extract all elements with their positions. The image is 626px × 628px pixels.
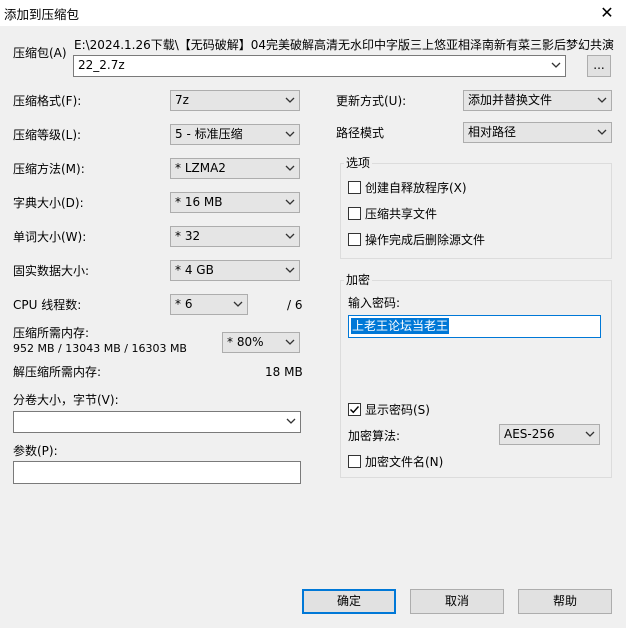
checkmark-icon (350, 406, 360, 414)
chevron-down-icon (597, 129, 607, 136)
params-input[interactable] (13, 461, 301, 484)
password-label: 输入密码: (348, 296, 401, 310)
delete-checkbox[interactable]: 操作完成后删除源文件 (348, 231, 485, 248)
password-value: 上老王论坛当老王 (351, 318, 450, 334)
title-bar (0, 0, 626, 26)
memory-value: * 80% (227, 335, 264, 349)
solid-value: * 4 GB (175, 263, 214, 277)
sfx-label: 创建自释放程序(X) (365, 181, 467, 195)
chevron-down-icon (285, 97, 295, 104)
archive-label: 压缩包(A) (13, 46, 67, 60)
chevron-down-icon (285, 233, 295, 240)
format-value: 7z (175, 93, 189, 107)
window-title: 添加到压缩包 (4, 7, 80, 22)
shared-checkbox[interactable]: 压缩共享文件 (348, 205, 437, 222)
update-mode-label: 更新方式(U): (336, 94, 407, 108)
update-mode-value: 添加并替换文件 (468, 93, 553, 107)
archive-filename-combo[interactable]: 22_2.7z (73, 55, 566, 77)
method-value: * LZMA2 (175, 161, 226, 175)
dict-select[interactable]: * 16 MB (170, 192, 300, 213)
shared-label: 压缩共享文件 (365, 207, 438, 221)
close-icon[interactable]: ✕ (594, 0, 620, 26)
decompress-memory-value: 18 MB (265, 365, 303, 379)
cpu-max: / 6 (287, 298, 303, 312)
encryption-method-select[interactable]: AES-256 (499, 424, 600, 445)
ok-button[interactable]: 确定 (302, 589, 396, 614)
solid-label: 固实数据大小: (13, 264, 90, 278)
encrypt-names-label: 加密文件名(N) (365, 455, 444, 469)
memory-label: 压缩所需内存: (13, 326, 90, 340)
format-label: 压缩格式(F): (13, 94, 82, 108)
split-label: 分卷大小，字节(V): (13, 393, 119, 407)
encryption-title: 加密 (344, 273, 373, 287)
decompress-memory-label: 解压缩所需内存: (13, 365, 102, 379)
checkbox-box (348, 233, 361, 246)
checkbox-box (348, 207, 361, 220)
dict-label: 字典大小(D): (13, 196, 84, 210)
chevron-down-icon (233, 301, 243, 308)
chevron-down-icon (285, 199, 295, 206)
word-label: 单词大小(W): (13, 230, 87, 244)
solid-select[interactable]: * 4 GB (170, 260, 300, 281)
chevron-down-icon (597, 97, 607, 104)
checkbox-box (348, 455, 361, 468)
encryption-method-label: 加密算法: (348, 429, 401, 443)
password-input[interactable]: 上老王论坛当老王 (348, 315, 601, 338)
chevron-down-icon (285, 165, 295, 172)
chevron-down-icon (285, 339, 295, 346)
memory-detail: 952 MB / 13043 MB / 16303 MB (13, 342, 187, 355)
path-mode-value: 相对路径 (468, 125, 517, 139)
path-mode-label: 路径模式 (336, 126, 385, 140)
checkbox-box (348, 403, 361, 416)
chevron-down-icon (585, 431, 595, 438)
show-password-label: 显示密码(S) (365, 403, 430, 417)
word-select[interactable]: * 32 (170, 226, 300, 247)
chevron-down-icon (551, 62, 561, 69)
chevron-down-icon (285, 267, 295, 274)
dict-value: * 16 MB (175, 195, 223, 209)
help-button[interactable]: 帮助 (518, 589, 612, 614)
update-mode-select[interactable]: 添加并替换文件 (463, 90, 612, 111)
word-value: * 32 (175, 229, 201, 243)
encrypt-names-checkbox[interactable]: 加密文件名(N) (348, 453, 443, 470)
memory-select[interactable]: * 80% (222, 332, 300, 353)
cpu-value: * 6 (175, 297, 193, 311)
cancel-button[interactable]: 取消 (410, 589, 504, 614)
level-value: 5 - 标准压缩 (175, 127, 243, 141)
options-title: 选项 (344, 156, 373, 170)
show-password-checkbox[interactable]: 显示密码(S) (348, 401, 430, 418)
sfx-checkbox[interactable]: 创建自释放程序(X) (348, 179, 467, 196)
cpu-label: CPU 线程数: (13, 298, 82, 312)
browse-button[interactable]: ... (587, 55, 611, 77)
archive-filename: 22_2.7z (78, 58, 125, 72)
archive-directory: E:\2024.1.26下载\【无码破解】04完美破解高清无水印中字版三上悠亚相… (74, 38, 614, 52)
method-select[interactable]: * LZMA2 (170, 158, 300, 179)
level-label: 压缩等级(L): (13, 128, 82, 142)
method-label: 压缩方法(M): (13, 162, 85, 176)
chevron-down-icon (286, 418, 296, 425)
encryption-method-value: AES-256 (504, 427, 555, 441)
level-select[interactable]: 5 - 标准压缩 (170, 124, 300, 145)
chevron-down-icon (285, 131, 295, 138)
path-mode-select[interactable]: 相对路径 (463, 122, 612, 143)
checkbox-box (348, 181, 361, 194)
delete-label: 操作完成后删除源文件 (365, 233, 486, 247)
cpu-select[interactable]: * 6 (170, 294, 248, 315)
split-combo[interactable] (13, 411, 301, 433)
params-label: 参数(P): (13, 444, 58, 458)
format-select[interactable]: 7z (170, 90, 300, 111)
